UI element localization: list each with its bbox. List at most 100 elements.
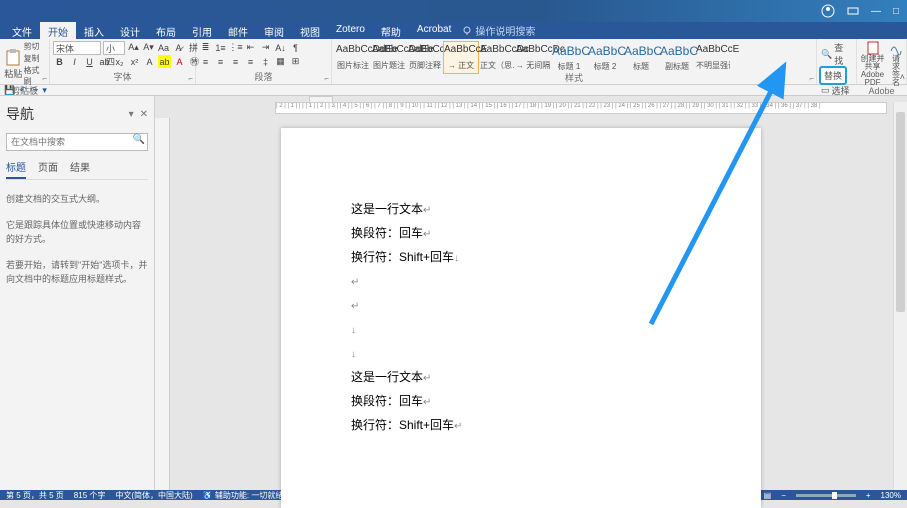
increase-font-icon[interactable]: A▴ — [127, 41, 140, 54]
vertical-ruler[interactable] — [155, 118, 170, 490]
align-right-button[interactable]: ≡ — [229, 55, 242, 68]
pilcrow-icon: ↵ — [423, 229, 431, 240]
tab-layout[interactable]: 布局 — [148, 22, 184, 39]
user-avatar-icon[interactable] — [821, 4, 835, 18]
nav-tab-results[interactable]: 结果 — [70, 159, 90, 179]
pilcrow-icon: ↵ — [351, 301, 359, 312]
tab-file[interactable]: 文件 — [4, 22, 40, 39]
maximize-icon[interactable]: □ — [893, 6, 899, 17]
status-page[interactable]: 第 5 页，共 5 页 — [6, 490, 64, 501]
show-marks-button[interactable]: ¶ — [289, 41, 302, 54]
zoom-out-icon[interactable]: − — [781, 491, 786, 500]
font-size-select[interactable]: 小四 — [103, 41, 125, 55]
borders-button[interactable]: ⊞ — [289, 55, 302, 68]
replace-button[interactable]: 替换 — [819, 66, 847, 85]
font-name-select[interactable]: 宋体 — [53, 41, 101, 55]
vertical-scrollbar[interactable] — [893, 102, 907, 490]
group-clipboard: 粘贴 剪切 复制 格式刷 剪贴板 ⌐ — [0, 39, 50, 84]
font-launcher-icon[interactable]: ⌐ — [188, 74, 193, 83]
tell-me[interactable]: 操作说明搜索 — [462, 22, 535, 39]
line-spacing-button[interactable]: ‡ — [259, 55, 272, 68]
style-item[interactable]: AaBbC副标题 — [659, 41, 695, 74]
nav-menu-icon[interactable]: ▾ — [129, 109, 134, 120]
zoom-slider[interactable] — [796, 494, 856, 497]
style-item[interactable]: AaBbCcDc→ 无间隔 — [515, 41, 551, 74]
tab-home[interactable]: 开始 — [40, 22, 76, 39]
navigation-pane: 导航 ▾ ✕ 🔍 标题 页面 结果 创建文档的交互式大纲。 它是跟踪具体位置或快… — [0, 96, 155, 490]
subscript-button[interactable]: x₂ — [113, 55, 126, 68]
tab-acrobat[interactable]: Acrobat — [409, 22, 459, 39]
nav-tab-pages[interactable]: 页面 — [38, 159, 58, 179]
style-name: 图片标注 — [336, 60, 370, 71]
style-item[interactable]: AaBbCcE不明显强调 — [695, 41, 731, 74]
bulb-icon — [462, 26, 472, 36]
style-item[interactable]: AaBbCcDdEe图片题注 — [371, 41, 407, 74]
tab-zotero[interactable]: Zotero — [328, 22, 373, 39]
style-gallery[interactable]: AaBbCcDdEe图片标注AaBbCcDdEe图片题注AaBbCcDc页脚注释… — [335, 41, 731, 74]
tab-design[interactable]: 设计 — [112, 22, 148, 39]
style-item[interactable]: AaBbC标题 2 — [587, 41, 623, 74]
align-left-button[interactable]: ≡ — [199, 55, 212, 68]
pilcrow-icon: ↵ — [423, 397, 431, 408]
align-center-button[interactable]: ≡ — [214, 55, 227, 68]
style-item[interactable]: AaBbCcE→ 正文 — [443, 41, 479, 74]
styles-launcher-icon[interactable]: ⌐ — [809, 74, 814, 83]
style-item[interactable]: AaBbC标题 — [623, 41, 659, 74]
scrollbar-thumb[interactable] — [896, 112, 905, 312]
superscript-button[interactable]: x² — [128, 55, 141, 68]
tab-references[interactable]: 引用 — [184, 22, 220, 39]
nav-search-input[interactable] — [6, 133, 148, 151]
style-item[interactable]: AaBbCcDc页脚注释 — [407, 41, 443, 74]
document-page[interactable]: 这是一行文本↵ 换段符：回车↵ 换行符：Shift+回车↓ ↵ ↵ ↓ ↓ 这是… — [281, 128, 761, 508]
collapse-ribbon-icon[interactable]: ˄ — [900, 72, 905, 82]
style-item[interactable]: AaBbCcDc正文（思… — [479, 41, 515, 74]
align-justify-button[interactable]: ≡ — [244, 55, 257, 68]
clear-format-icon[interactable]: A̷ — [172, 41, 185, 54]
bullets-button[interactable]: ≣ — [199, 41, 212, 54]
nav-tab-headings[interactable]: 标题 — [6, 159, 26, 179]
tab-help[interactable]: 帮助 — [373, 22, 409, 39]
paste-button[interactable]: 粘贴 — [3, 49, 24, 80]
horizontal-ruler[interactable]: | 2 | | 1 | | | | 1 | | 2 | | 3 | | 4 | … — [275, 102, 887, 114]
tab-view[interactable]: 视图 — [292, 22, 328, 39]
paragraph-launcher-icon[interactable]: ⌐ — [324, 74, 329, 83]
bold-button[interactable]: B — [53, 55, 66, 68]
numbering-button[interactable]: 1≡ — [214, 41, 227, 54]
ribbon-display-icon[interactable] — [847, 5, 859, 17]
status-accessibility[interactable]: ♿ 辅助功能: 一切就绪 — [203, 490, 284, 501]
underline-button[interactable]: U — [83, 55, 96, 68]
increase-indent-button[interactable]: ⇥ — [259, 41, 272, 54]
strikethrough-button[interactable]: ab — [98, 55, 111, 68]
multilevel-button[interactable]: ⋮≡ — [229, 41, 242, 54]
close-nav-icon[interactable]: ✕ — [140, 109, 148, 120]
highlight-button[interactable]: ab — [158, 55, 171, 68]
status-words[interactable]: 815 个字 — [74, 490, 106, 501]
zoom-in-icon[interactable]: + — [866, 491, 871, 500]
decrease-font-icon[interactable]: A▾ — [142, 41, 155, 54]
style-item[interactable]: AaBbC标题 1 — [551, 41, 587, 74]
create-pdf-button[interactable]: 创建并共享 Adobe PDF — [860, 41, 885, 87]
text-effects-icon[interactable]: A — [143, 55, 156, 68]
shading-button[interactable]: ▦ — [274, 55, 287, 68]
main-area: 导航 ▾ ✕ 🔍 标题 页面 结果 创建文档的交互式大纲。 它是跟踪具体位置或快… — [0, 96, 907, 490]
decrease-indent-button[interactable]: ⇤ — [244, 41, 257, 54]
tab-insert[interactable]: 插入 — [76, 22, 112, 39]
tab-mailings[interactable]: 邮件 — [220, 22, 256, 39]
copy-button[interactable]: 复制 — [24, 53, 46, 64]
search-icon[interactable]: 🔍 — [133, 134, 145, 145]
pilcrow-icon: ↵ — [454, 421, 462, 432]
italic-button[interactable]: I — [68, 55, 81, 68]
view-web-icon[interactable]: ▤ — [764, 491, 772, 500]
change-case-icon[interactable]: Aa — [157, 41, 170, 54]
minimize-icon[interactable]: — — [871, 6, 881, 17]
font-color-button[interactable]: A — [173, 55, 186, 68]
zoom-level[interactable]: 130% — [881, 491, 901, 500]
style-item[interactable]: AaBbCcDdEe图片标注 — [335, 41, 371, 74]
find-button[interactable]: 🔍 查找 — [820, 41, 853, 67]
clipboard-launcher-icon[interactable]: ⌐ — [42, 74, 47, 83]
doc-line-1: 这是一行文本 — [351, 202, 423, 216]
tab-review[interactable]: 审阅 — [256, 22, 292, 39]
cut-button[interactable]: 剪切 — [24, 41, 46, 52]
status-language[interactable]: 中文(简体，中国大陆) — [115, 490, 192, 501]
sort-button[interactable]: A↓ — [274, 41, 287, 54]
